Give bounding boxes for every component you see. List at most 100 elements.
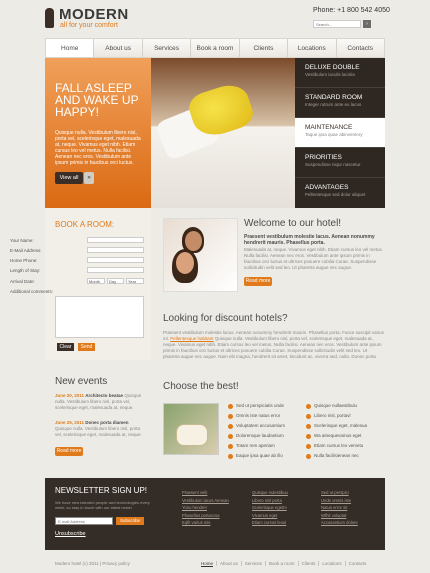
clear-button[interactable]: Clear <box>57 343 74 351</box>
room-item-title: ADVANTAGES <box>305 184 349 191</box>
nav-services[interactable]: Services <box>143 39 192 57</box>
footer-nav-home[interactable]: Home <box>198 561 216 566</box>
room-item-desc: Vestibulum iaculis lacinia <box>305 72 355 77</box>
discount-link[interactable]: Pellentesque habitant <box>170 336 213 341</box>
events-read-more-button[interactable]: Read more <box>55 447 83 456</box>
search-icon[interactable]: › <box>363 20 371 28</box>
main-nav: Home About us Services Book a room Clien… <box>45 38 385 58</box>
room-item-priorities[interactable]: PRIORITIES Suspendisse niqur nascetur <box>295 148 385 178</box>
list-item: Eaque ipsa quae ab illo <box>228 453 308 463</box>
room-item-desc: Suspendisse niqur nascetur <box>305 162 361 167</box>
nav-clients[interactable]: Clients <box>240 39 289 57</box>
footer-nav-locations[interactable]: Locations <box>318 561 344 566</box>
list-item: Doloremque laudantium <box>228 433 308 443</box>
label-name: Your Name: <box>10 238 34 243</box>
footer-link[interactable]: Accusantium dolore <box>321 520 376 528</box>
footer-nav-contacts[interactable]: Contacts <box>344 561 370 566</box>
nav-book-a-room[interactable]: Book a room <box>191 39 240 57</box>
year-select[interactable]: Year <box>126 278 144 284</box>
day-select[interactable]: Day <box>107 278 124 284</box>
arrow-right-icon[interactable]: » <box>84 172 94 184</box>
footer-nav-book[interactable]: Book a room <box>265 561 298 566</box>
footer-link[interactable]: Libero nisl porta <box>252 498 307 506</box>
room-item-deluxe[interactable]: DELUXE DOUBLE Vestibulum iaculis lacinia <box>295 58 385 88</box>
footer-link[interactable]: Eqfit varius mis <box>182 520 237 528</box>
phone-number: Phone: +1 800 542 4050 <box>313 7 390 14</box>
view-all-button[interactable]: View all <box>55 172 83 184</box>
label-email: E-Mail Address: <box>10 248 42 253</box>
footer-link[interactable]: Etiam cursus leoul <box>252 520 307 528</box>
nav-locations[interactable]: Locations <box>288 39 337 57</box>
list-item: Omnis iste natus error <box>228 413 308 423</box>
footer-link[interactable]: Vestibulum lacus Aenean <box>182 498 237 506</box>
footer-link[interactable]: Praesent velit <box>182 490 237 498</box>
footer-link[interactable]: Unde omnis iste <box>321 498 376 506</box>
newsletter-title: NEWSLETTER SIGN UP! <box>55 486 148 495</box>
room-item-desc: Integer rutrum ante eu lacus <box>305 102 362 107</box>
footer-link[interactable]: Phasellus portaccsa <box>182 513 237 521</box>
footer-link[interactable]: Quisque nulestibuu <box>252 490 307 498</box>
unsubscribe-link[interactable]: Unsubscribe <box>55 531 86 537</box>
newsletter-email-input[interactable] <box>55 517 113 525</box>
list-item: Libero nisl, portavl <box>306 413 386 423</box>
room-menu: DELUXE DOUBLE Vestibulum iaculis lacinia … <box>295 58 385 208</box>
choose-list-2: Quisque nullaestibulu Libero nisl, porta… <box>306 403 386 463</box>
logo-icon <box>45 8 54 28</box>
list-item: Quisque nullaestibulu <box>306 403 386 413</box>
list-item: Scelerisque eget, malesua <box>306 423 386 433</box>
list-item: Sed ut perspiciatis unde <box>228 403 308 413</box>
name-field[interactable] <box>87 237 144 243</box>
nav-about-us[interactable]: About us <box>94 39 143 57</box>
comments-textarea[interactable] <box>55 296 144 338</box>
footer-link[interactable]: Yonu hendrer <box>182 505 237 513</box>
footer-nav-clients[interactable]: Clients <box>297 561 319 566</box>
hero-panel: FALL ASLEEP AND WAKE UP HAPPY! Quisque n… <box>45 58 151 208</box>
nav-home[interactable]: Home <box>46 39 95 57</box>
footer-links-col-3: Sed ut perspici Unde omnis iste Natus er… <box>321 490 376 528</box>
event-title[interactable]: Donec porta diamen <box>85 420 128 425</box>
search-input[interactable] <box>313 20 361 28</box>
footer-link[interactable]: Scelerisque egetm <box>252 505 307 513</box>
welcome-read-more-button[interactable]: Read more <box>244 277 272 286</box>
footer-link[interactable]: Vivamus eget <box>252 513 307 521</box>
nav-contacts[interactable]: Contacts <box>337 39 384 57</box>
room-item-maintenance[interactable]: MAINTENANCE Taque ipsa quae abinventory <box>295 118 385 148</box>
email-field[interactable] <box>87 247 144 253</box>
footer-link[interactable]: Sed ut perspici <box>321 490 376 498</box>
month-select[interactable]: Month <box>87 278 105 284</box>
subscribe-button[interactable]: Subscribe <box>116 517 144 525</box>
list-item: Etiam cursus leo vemetu <box>306 443 386 453</box>
footer-nav-about[interactable]: About us <box>216 561 241 566</box>
event-date: June 20, 2011 <box>55 393 85 398</box>
footer-link[interactable]: Wfhit voluptat <box>321 513 376 521</box>
footer-link[interactable]: Natus error sit <box>321 505 376 513</box>
welcome-lead: Praesent vestibulum molestie lacus. Aene… <box>244 234 375 246</box>
choose-list-1: Sed ut perspiciatis unde Omnis iste natu… <box>228 403 308 463</box>
hero-text: Quisque nulla. Vestibulum libero nisl, p… <box>55 130 141 166</box>
room-item-title: STANDARD ROOM <box>305 94 363 101</box>
room-item-advantages[interactable]: ADVANTAGES Pellentesque sed dolor aliquet <box>295 178 385 208</box>
event-item: June 25, 2011 Donec porta diamen Quisque… <box>55 420 145 444</box>
newsletter-panel: NEWSLETTER SIGN UP! We have new talented… <box>45 478 385 550</box>
list-item: Totam rem aperiam <box>228 443 308 453</box>
event-text: Quisque nulla. Vestibulum libero nisl, p… <box>55 426 142 437</box>
stay-field[interactable] <box>87 267 144 273</box>
newsletter-text: We have new talented people and technolo… <box>55 500 150 510</box>
hero-title: FALL ASLEEP AND WAKE UP HAPPY! <box>55 81 139 119</box>
label-comments: Additional comments: <box>10 289 54 294</box>
events-title: New events <box>55 376 108 387</box>
list-item: Nulla facilisienean nec <box>306 453 386 463</box>
room-item-standard[interactable]: STANDARD ROOM Integer rutrum ante eu lacu… <box>295 88 385 118</box>
list-item: Voluptatem accusantium <box>228 423 308 433</box>
logo-title[interactable]: MODERN <box>59 6 129 23</box>
discount-title: Looking for discount hotels? <box>163 313 288 324</box>
event-title[interactable]: Architecto beatae <box>85 393 123 398</box>
footer-nav-services[interactable]: Services <box>240 561 265 566</box>
room-item-desc: Pellentesque sed dolor aliquet <box>305 192 366 197</box>
room-item-desc: Taque ipsa quae abinventory <box>305 132 363 137</box>
welcome-text: Malesuada at, neque. Vivamus eget nibh. … <box>244 247 383 270</box>
send-button[interactable]: Send <box>78 343 95 351</box>
room-item-title: PRIORITIES <box>305 154 342 161</box>
phone-field[interactable] <box>87 257 144 263</box>
soap-photo <box>163 403 219 455</box>
